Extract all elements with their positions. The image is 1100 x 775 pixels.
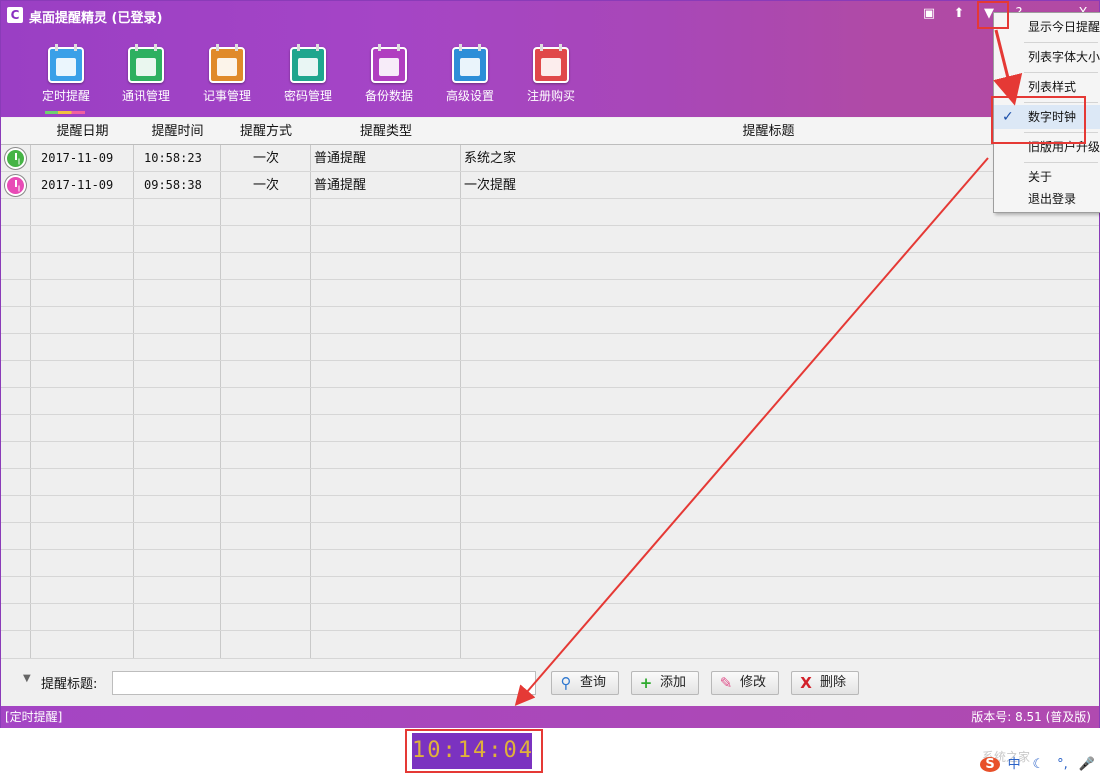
annotation-arrows: [514, 29, 1023, 707]
sogou-logo-icon[interactable]: S: [980, 757, 1000, 772]
ime-toolbar: S 中 ☾ °, 🎤: [980, 753, 1097, 775]
digital-clock-time: 10:14:04: [412, 733, 532, 769]
arrow-to-menu-item: [993, 29, 1023, 106]
digital-clock-widget[interactable]: 10:14:04: [405, 729, 543, 773]
punctuation-icon[interactable]: °,: [1052, 757, 1072, 772]
moon-icon[interactable]: ☾: [1028, 757, 1048, 772]
microphone-icon[interactable]: 🎤: [1077, 757, 1097, 772]
arrow-to-clock: [514, 157, 989, 707]
ime-chinese-mode[interactable]: 中: [1004, 753, 1024, 772]
